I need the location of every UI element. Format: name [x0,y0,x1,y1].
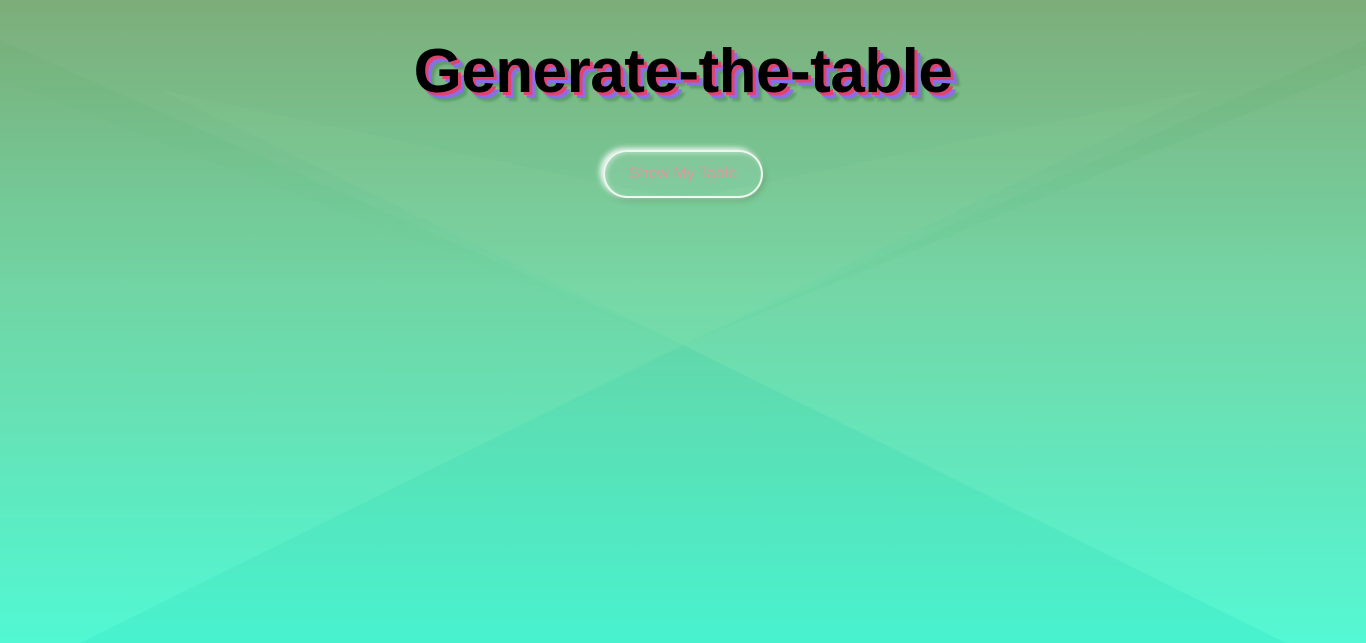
page-title: Generate-the-table [413,37,953,106]
title-container: Generate-the-table [0,36,1366,108]
button-container: Show My Table [0,150,1366,198]
show-my-table-button[interactable]: Show My Table [603,150,763,198]
background-center-glow [160,90,1206,345]
background-lower-triangle [80,345,1286,643]
